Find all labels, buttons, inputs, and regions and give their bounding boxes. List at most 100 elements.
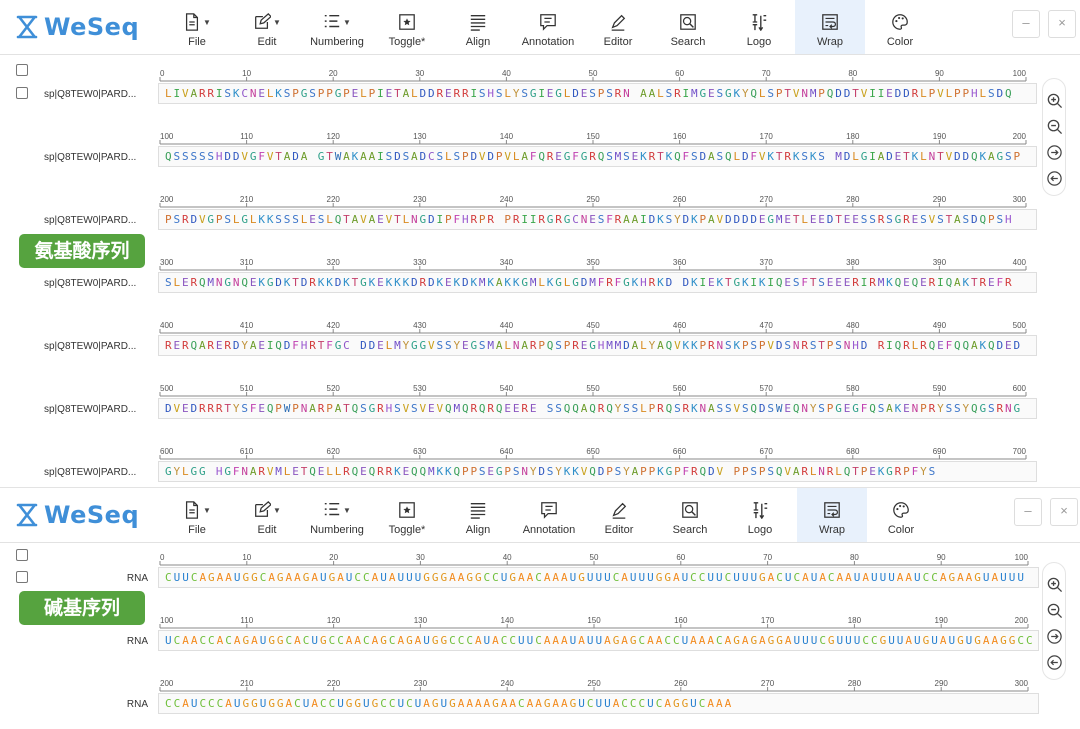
residue: A	[225, 697, 234, 710]
residue: A	[819, 571, 828, 584]
sequence-row[interactable]: QSSSSSHDDVGFVTADA GTWAKAAISDSADCSLSPDVDP…	[158, 146, 1037, 167]
toolbar-annotation-button[interactable]: Annotation	[514, 488, 584, 542]
residue: G	[996, 150, 1005, 163]
residue: U	[526, 634, 536, 647]
ruler-tick-label: 280	[848, 679, 862, 688]
residue: V	[733, 402, 742, 415]
residue: C	[449, 634, 458, 647]
toolbar-search-button[interactable]: Search	[655, 488, 725, 542]
close-button[interactable]: ×	[1048, 10, 1076, 38]
residue: I	[470, 87, 479, 100]
residue: G	[733, 634, 742, 647]
toolbar-color-button[interactable]: Color	[866, 488, 936, 542]
residue: A	[397, 634, 407, 647]
toolbar-toggle-button[interactable]: Toggle*	[372, 488, 442, 542]
residue: K	[691, 276, 700, 289]
residue: P	[597, 87, 607, 100]
minimize-button[interactable]: –	[1012, 10, 1040, 38]
arrow-right-button[interactable]	[1043, 623, 1065, 649]
residue: C	[535, 634, 544, 647]
residue: S	[869, 213, 878, 226]
dropdown-caret-icon: ▼	[203, 505, 211, 515]
close-button[interactable]: ×	[1050, 498, 1078, 526]
row-checkbox[interactable]	[16, 87, 28, 99]
toolbar-logo-button[interactable]: Logo	[724, 0, 794, 54]
toolbar-wrap-button[interactable]: Wrap	[795, 0, 865, 54]
toolbar-file-button[interactable]: ▼ File	[162, 0, 232, 54]
sequence-row[interactable]: SLERQMNGNQEKGDKTDRKKDKTGKEKKKDRDKEKDKMKA…	[158, 272, 1037, 293]
residue: R	[521, 402, 530, 415]
sequence-row[interactable]: UCAACCACAGAUGGCACUGCCAACAGCAGAUGGCCCAUAC…	[158, 630, 1039, 651]
residue: D	[843, 150, 853, 163]
ruler-tick-label: 260	[674, 679, 688, 688]
residue: G	[589, 339, 598, 352]
toolbar-search-button[interactable]: Search	[653, 0, 723, 54]
toolbar-align-button[interactable]: Align	[443, 0, 513, 54]
residue: R	[190, 276, 199, 289]
select-all-checkbox[interactable]	[16, 64, 28, 76]
ruler-tick-label: 220	[327, 195, 341, 204]
residue: L	[326, 213, 335, 226]
sequence-row[interactable]: RERQARERDYAEIQDFHRTFGC DDELMYGGVSSYEGSMA…	[158, 335, 1037, 356]
toolbar-logo-button[interactable]: Logo	[725, 488, 795, 542]
residue: C	[664, 634, 673, 647]
toolbar-numbering-button[interactable]: ▼ Numbering	[302, 0, 372, 54]
toolbar-align-button[interactable]: Align	[443, 488, 513, 542]
toolbar-edit-button[interactable]: ▼ Edit	[232, 488, 302, 542]
logo-mark-icon	[16, 503, 38, 527]
residue: K	[317, 276, 327, 289]
position-ruler: 0 10 20 30 40 50 60 70 80 90 100	[159, 69, 1027, 83]
arrow-right-button[interactable]	[1043, 139, 1065, 165]
toolbar-icon-wrap	[513, 11, 583, 33]
app-logo: WeSeq	[16, 500, 139, 530]
toolbar-label: Editor	[604, 524, 634, 536]
residue: R	[920, 339, 929, 352]
zoom-out-button[interactable]	[1043, 597, 1065, 623]
sequence-row[interactable]: CCAUCCCAUGGUGGACUACCUGGUGCCUCUAGUGAAAAGA…	[158, 693, 1039, 714]
toolbar-editor-button[interactable]: Editor	[583, 0, 653, 54]
residue: A	[707, 697, 716, 710]
toolbar-toggle-button[interactable]: Toggle*	[372, 0, 442, 54]
select-all-checkbox[interactable]	[16, 549, 28, 561]
residue: D	[682, 276, 692, 289]
sequence-row[interactable]: DVEDRRRTYSFEQPWPNARPATQSGRHSVSVEVQMQRQRQ…	[158, 398, 1037, 419]
ruler-tick-label: 130	[414, 616, 428, 625]
sequence-row[interactable]: GYLGG HGFNARVMLETQELLRQEQRRKEQQMKKQPPSEG…	[158, 461, 1037, 482]
residue: U	[948, 634, 958, 647]
toolbar-color-button[interactable]: Color	[865, 0, 935, 54]
toolbar-wrap-button[interactable]: Wrap	[797, 488, 867, 542]
row-checkbox[interactable]	[16, 571, 28, 583]
toolbar-annotation-button[interactable]: Annotation	[513, 0, 583, 54]
residue: Q	[241, 276, 250, 289]
residue: S	[818, 402, 827, 415]
toolbar-editor-button[interactable]: Editor	[584, 488, 654, 542]
zoom-in-button[interactable]	[1043, 571, 1065, 597]
residue: L	[385, 339, 395, 352]
residue: A	[526, 571, 536, 584]
residue: M	[691, 87, 700, 100]
toolbar-file-button[interactable]: ▼ File	[162, 488, 232, 542]
toolbar-numbering-button[interactable]: ▼ Numbering	[302, 488, 372, 542]
arrow-left-button[interactable]	[1043, 649, 1065, 675]
residue: C	[1017, 634, 1026, 647]
residue: G	[419, 213, 429, 226]
toolbar-edit-button[interactable]: ▼ Edit	[232, 0, 302, 54]
ruler-tick-label: 40	[502, 69, 511, 78]
residue	[207, 465, 215, 478]
sequence-row[interactable]: CUUCAGAAUGGCAGAAGAUGAUCCAUAUUUGGGAAGGCCU…	[158, 567, 1039, 588]
residue: G	[979, 402, 988, 415]
zoom-out-button[interactable]	[1043, 113, 1065, 139]
residue: A	[886, 402, 895, 415]
residue: G	[569, 697, 579, 710]
sequence-row[interactable]: LIVARRISKCNELKSPGSPPGPELPIETALDDRERRISHS…	[158, 83, 1037, 104]
residue	[674, 276, 682, 289]
arrow-left-button[interactable]	[1043, 165, 1065, 191]
toolbar-icon-wrap	[583, 11, 653, 33]
ruler-tick-label: 420	[327, 321, 341, 330]
sequence-row[interactable]: PSRDVGPSLGLKKSSSLESLQTAVAEVTLNGDIPFHRPR …	[158, 209, 1037, 230]
zoom-in-button[interactable]	[1043, 87, 1065, 113]
rna-panel: WeSeq – × ▼ File ▼ Edit ▼ Numbering Toggle* Ali…	[0, 487, 1080, 729]
residue: Y	[173, 465, 182, 478]
minimize-button[interactable]: –	[1014, 498, 1042, 526]
residue: Q	[411, 465, 420, 478]
